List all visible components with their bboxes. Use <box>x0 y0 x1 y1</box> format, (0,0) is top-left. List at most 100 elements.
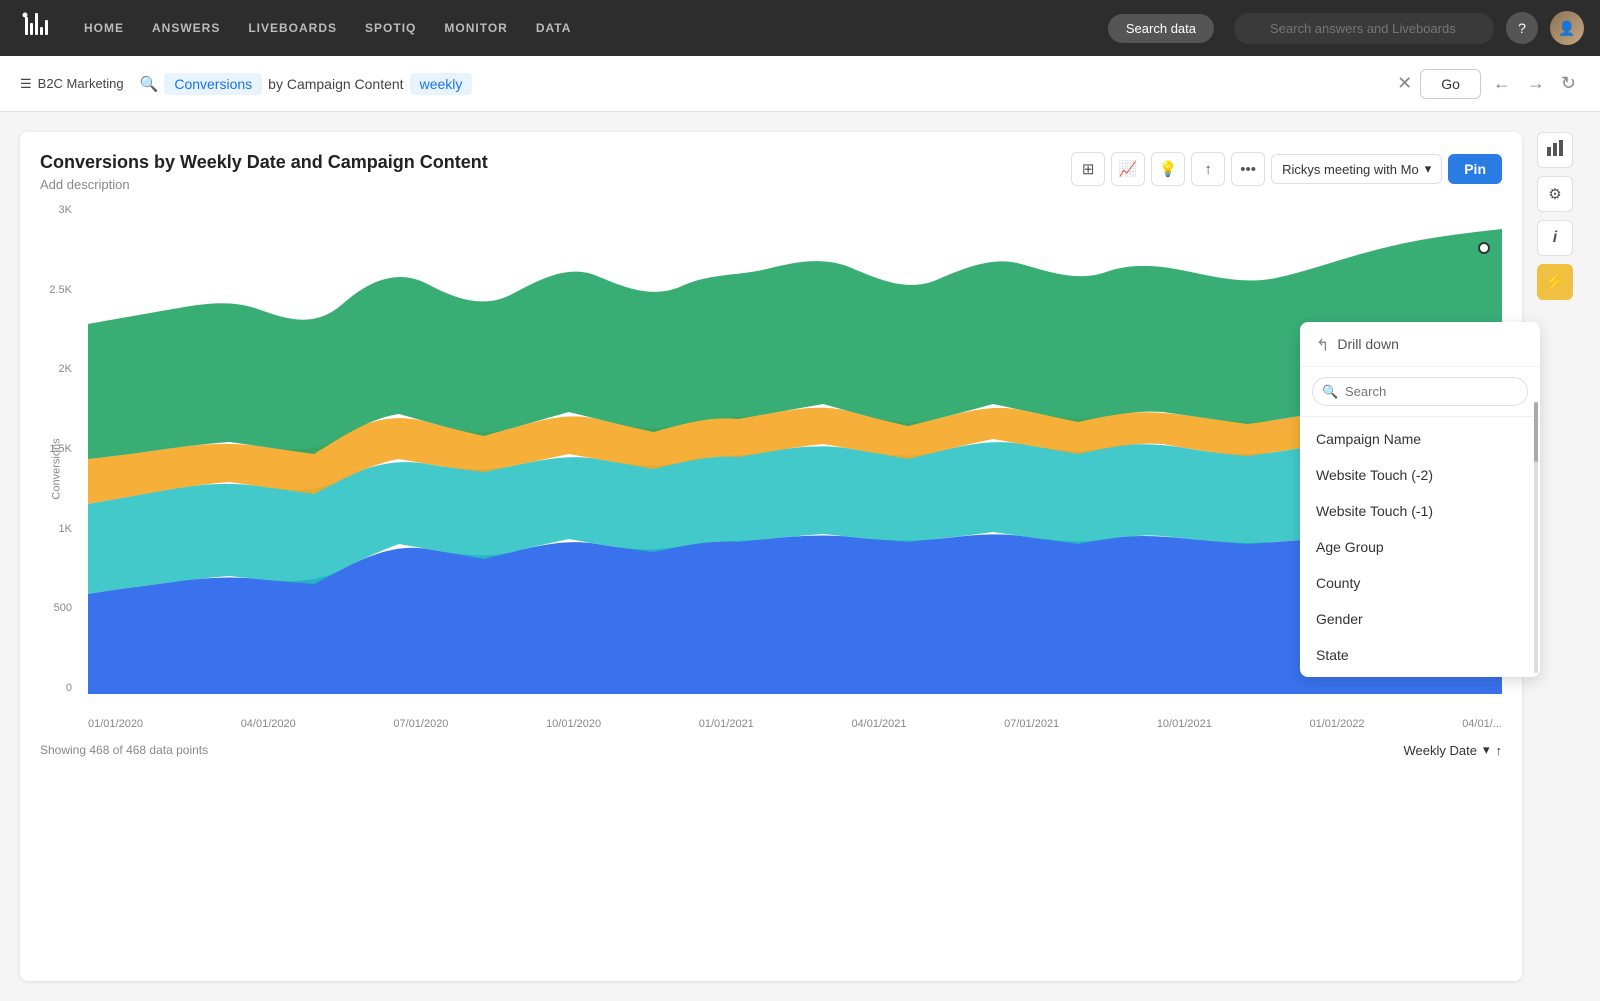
help-button[interactable]: ? <box>1506 12 1538 44</box>
forward-button[interactable]: → <box>1523 69 1549 98</box>
gear-icon: ⚙ <box>1548 185 1561 203</box>
bar-chart-icon <box>1546 139 1564 161</box>
global-search-input[interactable] <box>1234 13 1494 44</box>
weekly-date-label: Weekly Date <box>1404 743 1477 758</box>
search-data-button[interactable]: Search data <box>1108 14 1214 43</box>
main-content: Conversions by Weekly Date and Campaign … <box>0 112 1600 1001</box>
info-button[interactable]: i <box>1537 220 1573 256</box>
more-options-button[interactable]: ••• <box>1231 152 1265 186</box>
x-tick-8: 01/01/2022 <box>1310 718 1365 730</box>
go-button[interactable]: Go <box>1420 69 1481 99</box>
drill-scrollbar-thumb <box>1534 402 1538 462</box>
share-icon: ↑ <box>1204 161 1212 178</box>
chart-header: Conversions by Weekly Date and Campaign … <box>40 152 1502 192</box>
chart-type-button[interactable] <box>1537 132 1573 168</box>
breadcrumb-tag-weekly: weekly <box>410 73 473 95</box>
drill-down-header: ↳ Drill down <box>1300 322 1540 367</box>
chart-area: Conversions 3K 2.5K 2K 1.5K 1K 500 0 <box>40 204 1502 734</box>
chart-title-area: Conversions by Weekly Date and Campaign … <box>40 152 488 192</box>
settings-button[interactable]: ⚙ <box>1537 176 1573 212</box>
top-nav: HOME ANSWERS LIVEBOARDS SPOTIQ MONITOR D… <box>0 0 1600 56</box>
drill-item-website-touch-2[interactable]: Website Touch (-2) <box>1300 457 1540 493</box>
breadcrumb-tag-conversions: Conversions <box>164 73 262 95</box>
data-points-label: Showing 468 of 468 data points <box>40 743 208 757</box>
drill-item-state[interactable]: State <box>1300 637 1540 673</box>
drill-search-input[interactable] <box>1312 377 1528 406</box>
chart-svg-area[interactable] <box>88 204 1502 694</box>
nav-home[interactable]: HOME <box>72 15 136 41</box>
refresh-button[interactable]: ↻ <box>1557 69 1580 98</box>
x-tick-4: 01/01/2021 <box>699 718 754 730</box>
spotiq-button[interactable]: ⚡ <box>1537 264 1573 300</box>
nav-answers[interactable]: ANSWERS <box>140 15 232 41</box>
x-axis-labels: 01/01/2020 04/01/2020 07/01/2020 10/01/2… <box>88 698 1502 734</box>
drill-item-gender[interactable]: Gender <box>1300 601 1540 637</box>
chart-icon: 📈 <box>1119 160 1138 178</box>
drill-item-campaign-name[interactable]: Campaign Name <box>1300 421 1540 457</box>
x-tick-1: 04/01/2020 <box>241 718 296 730</box>
global-search-wrap: 🔍 <box>1234 13 1494 44</box>
table-view-button[interactable]: ⊞ <box>1071 152 1105 186</box>
x-tick-9: 04/01/... <box>1462 718 1502 730</box>
y-tick-1k: 1K <box>59 523 72 535</box>
drill-scrollbar[interactable] <box>1534 402 1538 673</box>
datasource-badge[interactable]: ☰ B2C Marketing <box>20 76 124 92</box>
area-chart-svg <box>88 204 1502 694</box>
pin-button[interactable]: Pin <box>1448 154 1502 184</box>
nav-spotiq[interactable]: SPOTIQ <box>353 15 428 41</box>
chart-subtitle[interactable]: Add description <box>40 177 488 192</box>
breadcrumb-tag-by-campaign: by Campaign Content <box>268 76 403 92</box>
breadcrumb-search-area: 🔍 Conversions by Campaign Content weekly <box>140 73 1389 95</box>
drill-items-list: Campaign Name Website Touch (-2) Website… <box>1300 417 1540 677</box>
logo-icon <box>20 10 52 46</box>
y-tick-25k: 2.5K <box>49 284 72 296</box>
chart-view-button[interactable]: 📈 <box>1111 152 1145 186</box>
chart-card: Conversions by Weekly Date and Campaign … <box>20 132 1522 981</box>
dropdown-chevron-icon: ▾ <box>1425 161 1432 177</box>
avatar[interactable]: 👤 <box>1550 11 1584 45</box>
weekly-date-button[interactable]: Weekly Date ▾ ↑ <box>1404 742 1503 758</box>
insights-button[interactable]: 💡 <box>1151 152 1185 186</box>
x-tick-7: 10/01/2021 <box>1157 718 1212 730</box>
share-button[interactable]: ↑ <box>1191 152 1225 186</box>
back-button[interactable]: ← <box>1489 69 1515 98</box>
drill-item-age-group[interactable]: Age Group <box>1300 529 1540 565</box>
chart-data-point[interactable] <box>1478 242 1490 254</box>
drill-search-icon: 🔍 <box>1322 384 1338 400</box>
breadcrumb-bar: ☰ B2C Marketing 🔍 Conversions by Campaig… <box>0 56 1600 112</box>
menu-icon: ☰ <box>20 76 32 92</box>
y-tick-500: 500 <box>54 602 72 614</box>
nav-monitor[interactable]: MONITOR <box>432 15 519 41</box>
liveboard-dropdown[interactable]: Rickys meeting with Mo ▾ <box>1271 154 1442 184</box>
sort-icon: ↑ <box>1496 743 1503 758</box>
info-icon: i <box>1553 229 1557 247</box>
y-tick-0: 0 <box>66 682 72 694</box>
drill-item-website-touch-1[interactable]: Website Touch (-1) <box>1300 493 1540 529</box>
nav-right: 🔍 ? 👤 <box>1234 11 1584 45</box>
nav-data[interactable]: DATA <box>524 15 584 41</box>
drill-down-panel: ↳ Drill down 🔍 Campaign Name Website Tou… <box>1300 322 1540 677</box>
table-icon: ⊞ <box>1082 160 1095 178</box>
nav-links: HOME ANSWERS LIVEBOARDS SPOTIQ MONITOR D… <box>72 15 1088 41</box>
avatar-icon: 👤 <box>1558 20 1575 37</box>
chart-toolbar: ⊞ 📈 💡 ↑ ••• Rickys meeting with Mo ▾ <box>1071 152 1502 186</box>
drill-icon: ↳ <box>1316 334 1329 354</box>
x-tick-3: 10/01/2020 <box>546 718 601 730</box>
chart-footer: Showing 468 of 468 data points Weekly Da… <box>40 742 1502 758</box>
more-icon: ••• <box>1240 161 1256 178</box>
breadcrumb-search-icon: 🔍 <box>140 75 159 93</box>
y-tick-15k: 1.5K <box>49 443 72 455</box>
lightbulb-icon: 💡 <box>1159 160 1178 178</box>
x-tick-2: 07/01/2020 <box>393 718 448 730</box>
y-tick-2k: 2K <box>59 363 72 375</box>
x-tick-5: 04/01/2021 <box>851 718 906 730</box>
drill-search-area: 🔍 <box>1300 367 1540 417</box>
clear-button[interactable]: ✕ <box>1397 73 1412 94</box>
y-axis-ticks: 3K 2.5K 2K 1.5K 1K 500 0 <box>40 204 80 694</box>
drill-item-county[interactable]: County <box>1300 565 1540 601</box>
lightning-icon: ⚡ <box>1544 272 1566 293</box>
breadcrumb-right: ✕ Go ← → ↻ <box>1397 69 1580 99</box>
x-tick-6: 07/01/2021 <box>1004 718 1059 730</box>
nav-liveboards[interactable]: LIVEBOARDS <box>236 15 349 41</box>
drill-search-wrap: 🔍 <box>1312 377 1528 406</box>
